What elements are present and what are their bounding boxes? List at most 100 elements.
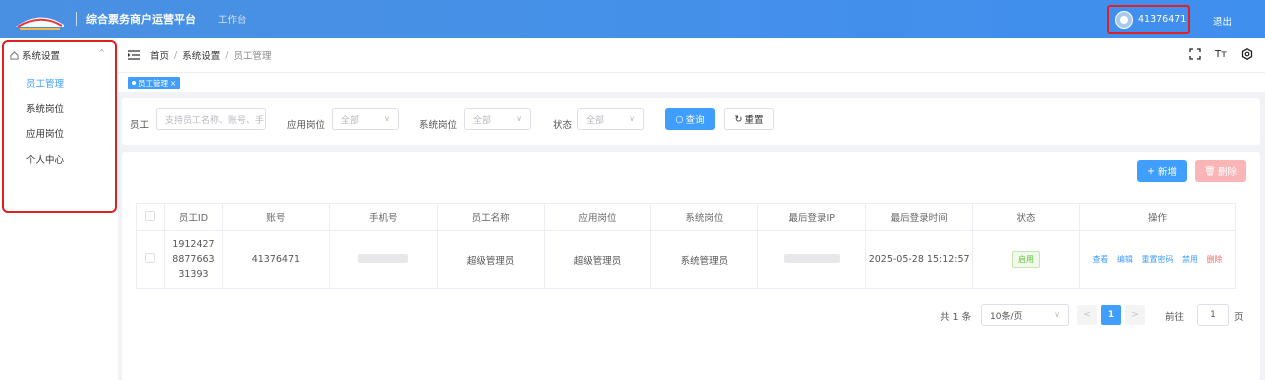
sys-post-filter-label: 系统岗位 — [419, 120, 458, 131]
row-select-cell — [136, 230, 165, 289]
employee-id-line: 1912427 — [172, 239, 215, 250]
plus-icon: + — [1147, 165, 1155, 177]
select-all-cell — [136, 203, 165, 231]
avatar — [1115, 10, 1133, 29]
page-size-value: 10条/页 — [990, 311, 1023, 322]
delete-link[interactable]: 删除 — [1207, 255, 1223, 264]
delete-button-label: 删除 — [1218, 167, 1238, 178]
next-page-button[interactable]: > — [1125, 305, 1145, 325]
status-badge: 启用 — [1012, 251, 1041, 268]
menu-fold-icon[interactable] — [128, 50, 140, 60]
header-divider — [76, 12, 77, 26]
sidebar-item-personal-center[interactable]: 个人中心 — [26, 152, 64, 166]
fullscreen-icon[interactable] — [1189, 48, 1201, 60]
platform-title: 综合票务商户运营平台 — [86, 13, 196, 26]
search-icon: ○ — [675, 113, 684, 125]
employee-filter-label: 员工 — [130, 120, 150, 131]
home-icon — [10, 50, 19, 60]
workbench-link[interactable]: 工作台 — [218, 12, 247, 26]
tab-label: 员工管理 — [138, 78, 168, 88]
row-checkbox[interactable] — [145, 253, 156, 263]
employee-id-line: 31393 — [178, 269, 209, 280]
masked-phone — [358, 253, 409, 263]
account-cell: 41376471 — [221, 230, 330, 289]
column-header: 最后登录IP — [757, 203, 867, 231]
font-size-icon[interactable]: Tт — [1215, 48, 1227, 60]
app-post-filter-label: 应用岗位 — [287, 120, 326, 131]
breadcrumb-current: 员工管理 — [233, 51, 272, 62]
sidebar-item-employee-management[interactable]: 员工管理 — [26, 76, 64, 90]
settings-icon[interactable] — [1241, 48, 1253, 60]
reset-button[interactable]: ↻ 重置 — [724, 108, 774, 130]
add-button-label: 新增 — [1157, 167, 1177, 178]
phone-cell — [328, 230, 438, 289]
column-header: 员工名称 — [436, 203, 545, 231]
column-header: 手机号 — [328, 203, 438, 231]
chevron-down-icon: ∨ — [384, 114, 390, 123]
column-header: 最后登录时间 — [865, 203, 974, 231]
sidebar-group-system-settings[interactable]: 系统设置 ^ — [10, 48, 105, 62]
user-menu[interactable]: 41376471 — [1107, 5, 1190, 34]
disable-link[interactable]: 禁用 — [1182, 255, 1198, 264]
filter-panel: 员工 支持员工名称、账号、手 应用岗位 全部 ∨ 系统岗位 全部 ∨ 状态 全部… — [122, 98, 1260, 145]
column-header: 应用岗位 — [543, 203, 652, 231]
trash-icon: 🗑 — [1203, 165, 1217, 177]
reset-button-label: 重置 — [744, 115, 764, 126]
app-post-cell: 超级管理员 — [543, 230, 652, 289]
sidebar-group-label: 系统设置 — [22, 51, 61, 62]
breadcrumb-separator: / — [174, 49, 178, 61]
edit-link[interactable]: 编辑 — [1117, 255, 1133, 264]
column-header: 操作 — [1078, 203, 1237, 231]
page-number-button[interactable]: 1 — [1101, 305, 1121, 325]
user-name: 41376471 — [1138, 14, 1187, 25]
sys-post-select[interactable]: 全部 ∨ — [464, 108, 531, 130]
app-post-select[interactable]: 全部 ∨ — [332, 108, 399, 130]
breadcrumb-bar: 首页 / 系统设置 / 员工管理 Tт — [118, 38, 1265, 72]
status-select-value: 全部 — [586, 115, 605, 126]
table-row: 1912427 8877663 31393 41376471 超级管理员 超级管… — [136, 230, 1237, 289]
page-size-select[interactable]: 10条/页 ∨ — [981, 304, 1069, 326]
column-header: 系统岗位 — [650, 203, 759, 231]
pagination: 共 1 条 10条/页 ∨ < 1 > 前往 1 页 — [122, 304, 1260, 326]
employee-id-line: 8877663 — [172, 254, 215, 265]
column-header: 状态 — [972, 203, 1080, 231]
sidebar-item-app-post[interactable]: 应用岗位 — [26, 126, 64, 140]
sys-post-select-value: 全部 — [473, 115, 492, 126]
masked-ip — [783, 253, 840, 263]
status-select[interactable]: 全部 ∨ — [577, 108, 644, 130]
app-post-select-value: 全部 — [341, 115, 360, 126]
active-dot-icon — [132, 81, 136, 85]
goto-page-input[interactable]: 1 — [1197, 304, 1229, 326]
employee-name-cell: 超级管理员 — [436, 230, 545, 289]
reset-password-link[interactable]: 重置密码 — [1141, 255, 1173, 264]
logout-button[interactable]: 退出 — [1213, 14, 1232, 28]
column-header: 账号 — [221, 203, 330, 231]
sys-post-cell: 系统管理员 — [650, 230, 759, 289]
delete-button[interactable]: 🗑 删除 — [1195, 160, 1246, 182]
pagination-total: 共 1 条 — [940, 312, 972, 323]
status-filter-label: 状态 — [553, 120, 573, 131]
breadcrumb-system-settings[interactable]: 系统设置 — [182, 48, 220, 62]
last-login-time-cell: 2025-05-28 15:12:57 — [865, 230, 974, 289]
last-login-ip-cell — [757, 230, 867, 289]
operations-cell: 查看 编辑 重置密码 禁用 删除 — [1078, 230, 1237, 289]
table-header-row: 员工ID 账号 手机号 员工名称 应用岗位 系统岗位 最后登录IP 最后登录时间… — [136, 203, 1237, 231]
sidebar-item-system-post[interactable]: 系统岗位 — [26, 101, 64, 115]
add-button[interactable]: + 新增 — [1137, 160, 1187, 182]
employee-table: 员工ID 账号 手机号 员工名称 应用岗位 系统岗位 最后登录IP 最后登录时间… — [136, 203, 1237, 289]
select-all-checkbox[interactable] — [145, 210, 156, 221]
page-suffix-label: 页 — [1234, 312, 1244, 323]
query-button[interactable]: ○ 查询 — [665, 108, 715, 130]
tab-employee-management[interactable]: 员工管理 × — [128, 77, 181, 89]
tags-view: 员工管理 × — [118, 72, 1265, 92]
chevron-down-icon: ∨ — [1054, 310, 1060, 319]
breadcrumb: 首页 / 系统设置 / 员工管理 — [150, 48, 272, 63]
employee-id-cell: 1912427 8877663 31393 — [163, 230, 223, 289]
view-link[interactable]: 查看 — [1092, 255, 1108, 264]
prev-page-button[interactable]: < — [1077, 305, 1097, 325]
breadcrumb-home[interactable]: 首页 — [150, 48, 169, 62]
employee-search-input[interactable]: 支持员工名称、账号、手 — [156, 108, 266, 130]
close-icon[interactable]: × — [170, 79, 176, 88]
main-content: + 新增 🗑 删除 员工ID 账号 手机号 员工名称 应用岗位 系统岗位 最后登… — [122, 152, 1260, 380]
chevron-down-icon: ∨ — [629, 114, 635, 123]
